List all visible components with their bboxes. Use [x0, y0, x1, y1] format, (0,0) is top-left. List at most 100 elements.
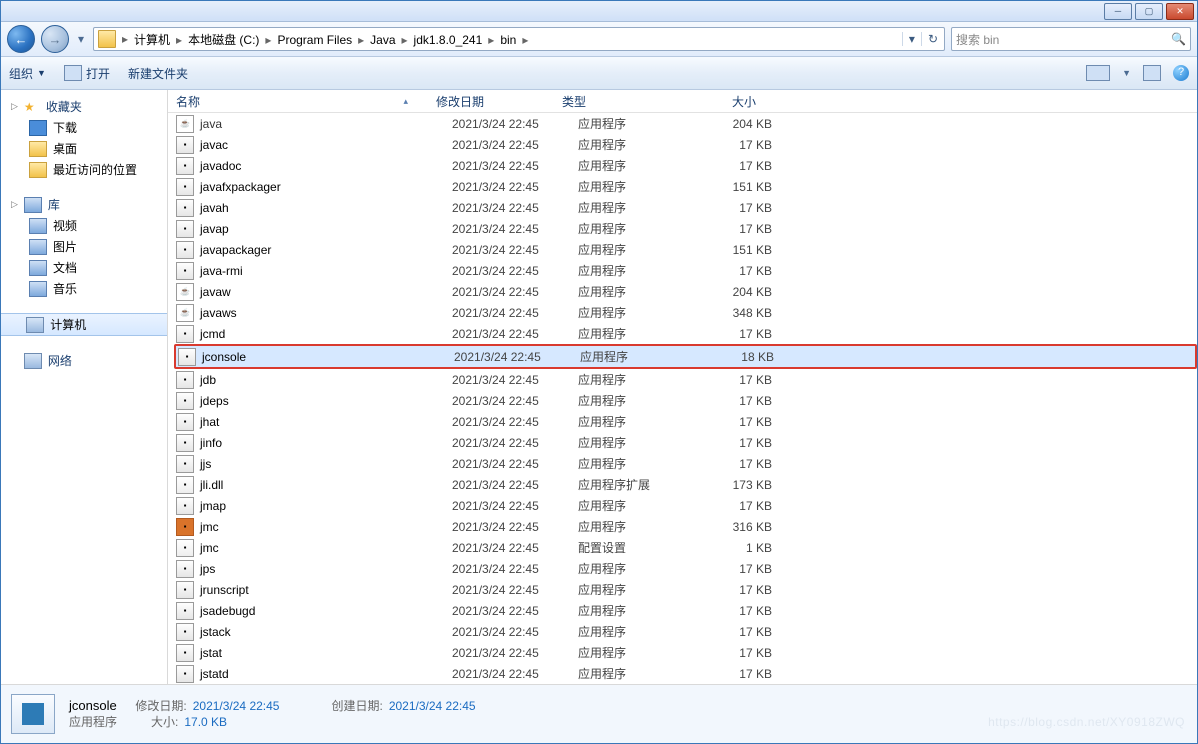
- new-folder-button[interactable]: 新建文件夹: [128, 65, 188, 82]
- file-row[interactable]: ▪javah2021/3/24 22:45应用程序17 KB: [176, 197, 1197, 218]
- view-options-icon[interactable]: [1086, 65, 1110, 81]
- sidebar-item[interactable]: 桌面: [1, 138, 167, 159]
- file-date: 2021/3/24 22:45: [452, 373, 578, 387]
- sidebar-item[interactable]: 下载: [1, 117, 167, 138]
- nav-history-dropdown[interactable]: ▾: [75, 32, 87, 46]
- file-row[interactable]: ☕javaw2021/3/24 22:45应用程序204 KB: [176, 281, 1197, 302]
- sidebar-item[interactable]: 图片: [1, 236, 167, 257]
- breadcrumb-segment[interactable]: 本地磁盘 (C:): [184, 33, 263, 47]
- minimize-button[interactable]: ─: [1104, 3, 1132, 20]
- file-icon: ▪: [176, 178, 194, 196]
- address-dropdown-icon[interactable]: ▾: [902, 32, 921, 46]
- breadcrumb-segment[interactable]: 计算机: [130, 33, 174, 47]
- file-type: 应用程序: [580, 348, 694, 365]
- breadcrumb-segment[interactable]: jdk1.8.0_241: [410, 33, 487, 47]
- chevron-right-icon[interactable]: ▸: [263, 33, 273, 47]
- file-row[interactable]: ▪jhat2021/3/24 22:45应用程序17 KB: [176, 411, 1197, 432]
- back-button[interactable]: ←: [7, 25, 35, 53]
- file-name: jps: [200, 562, 452, 576]
- sidebar-network[interactable]: ▷网络: [1, 350, 167, 371]
- file-name: javah: [200, 201, 452, 215]
- file-row[interactable]: ▪javapackager2021/3/24 22:45应用程序151 KB: [176, 239, 1197, 260]
- file-list[interactable]: ☕java2021/3/24 22:45应用程序204 KB▪javac2021…: [168, 113, 1197, 684]
- file-row[interactable]: ▪jdeps2021/3/24 22:45应用程序17 KB: [176, 390, 1197, 411]
- file-row[interactable]: ▪javac2021/3/24 22:45应用程序17 KB: [176, 134, 1197, 155]
- chevron-right-icon[interactable]: ▸: [486, 33, 496, 47]
- sidebar-item[interactable]: 音乐: [1, 278, 167, 299]
- file-size: 173 KB: [692, 478, 784, 492]
- sidebar-item[interactable]: 视频: [1, 215, 167, 236]
- column-name[interactable]: 名称▴: [176, 93, 436, 110]
- file-icon: ▪: [176, 434, 194, 452]
- chevron-right-icon[interactable]: ▸: [520, 33, 530, 47]
- file-row[interactable]: ▪jdb2021/3/24 22:45应用程序17 KB: [176, 369, 1197, 390]
- sidebar-item[interactable]: 文档: [1, 257, 167, 278]
- sidebar-item[interactable]: 最近访问的位置: [1, 159, 167, 180]
- help-icon[interactable]: ?: [1173, 65, 1189, 81]
- file-type: 应用程序扩展: [578, 476, 692, 493]
- file-row[interactable]: ▪jmap2021/3/24 22:45应用程序17 KB: [176, 495, 1197, 516]
- file-row[interactable]: ▪jcmd2021/3/24 22:45应用程序17 KB: [176, 323, 1197, 344]
- file-date: 2021/3/24 22:45: [452, 180, 578, 194]
- details-created: 2021/3/24 22:45: [389, 698, 476, 714]
- chevron-right-icon[interactable]: ▸: [400, 33, 410, 47]
- open-button[interactable]: 打开: [64, 65, 110, 82]
- sidebar-favorites[interactable]: ▷★收藏夹: [1, 96, 167, 117]
- column-size[interactable]: 大小: [676, 93, 768, 110]
- address-bar[interactable]: ▸ 计算机▸本地磁盘 (C:)▸Program Files▸Java▸jdk1.…: [93, 27, 945, 51]
- file-row[interactable]: ▪jps2021/3/24 22:45应用程序17 KB: [176, 558, 1197, 579]
- file-date: 2021/3/24 22:45: [452, 583, 578, 597]
- library-icon: [29, 218, 47, 234]
- file-row[interactable]: ▪jconsole2021/3/24 22:45应用程序18 KB: [174, 344, 1197, 369]
- maximize-button[interactable]: ▢: [1135, 3, 1163, 20]
- file-row[interactable]: ▪jstatd2021/3/24 22:45应用程序17 KB: [176, 663, 1197, 684]
- file-size: 17 KB: [692, 562, 784, 576]
- address-actions: ▾ ↻: [902, 32, 944, 46]
- forward-button[interactable]: →: [41, 25, 69, 53]
- sidebar: ▷★收藏夹 下载桌面最近访问的位置 ▷库 视频图片文档音乐 ▷计算机 ▷网络: [1, 90, 168, 684]
- file-row[interactable]: ▪javafxpackager2021/3/24 22:45应用程序151 KB: [176, 176, 1197, 197]
- file-row[interactable]: ▪javadoc2021/3/24 22:45应用程序17 KB: [176, 155, 1197, 176]
- file-row[interactable]: ▪jstack2021/3/24 22:45应用程序17 KB: [176, 621, 1197, 642]
- file-date: 2021/3/24 22:45: [452, 520, 578, 534]
- file-row[interactable]: ▪javap2021/3/24 22:45应用程序17 KB: [176, 218, 1197, 239]
- preview-pane-icon[interactable]: [1143, 65, 1161, 81]
- organize-menu[interactable]: 组织 ▼: [9, 65, 46, 82]
- file-type: 应用程序: [578, 623, 692, 640]
- file-row[interactable]: ▪java-rmi2021/3/24 22:45应用程序17 KB: [176, 260, 1197, 281]
- sidebar-computer[interactable]: ▷计算机: [1, 313, 167, 336]
- file-size: 17 KB: [692, 138, 784, 152]
- refresh-icon[interactable]: ↻: [921, 32, 944, 46]
- column-type[interactable]: 类型: [562, 93, 676, 110]
- breadcrumb-segment[interactable]: Java: [366, 33, 399, 47]
- file-size: 17 KB: [692, 499, 784, 513]
- file-row[interactable]: ▪jrunscript2021/3/24 22:45应用程序17 KB: [176, 579, 1197, 600]
- file-type: 应用程序: [578, 262, 692, 279]
- folder-icon: [29, 141, 47, 157]
- file-row[interactable]: ▪jmc2021/3/24 22:45配置设置1 KB: [176, 537, 1197, 558]
- file-row[interactable]: ☕javaws2021/3/24 22:45应用程序348 KB: [176, 302, 1197, 323]
- breadcrumb-segment[interactable]: Program Files: [273, 33, 356, 47]
- file-name: javap: [200, 222, 452, 236]
- chevron-right-icon[interactable]: ▸: [174, 33, 184, 47]
- file-row[interactable]: ▪jli.dll2021/3/24 22:45应用程序扩展173 KB: [176, 474, 1197, 495]
- file-date: 2021/3/24 22:45: [452, 327, 578, 341]
- file-type: 应用程序: [578, 497, 692, 514]
- file-icon: ▪: [176, 539, 194, 557]
- chevron-right-icon[interactable]: ▸: [356, 33, 366, 47]
- close-button[interactable]: ✕: [1166, 3, 1194, 20]
- breadcrumb-segment[interactable]: bin: [496, 33, 520, 47]
- file-type: 应用程序: [578, 157, 692, 174]
- breadcrumb[interactable]: 计算机▸本地磁盘 (C:)▸Program Files▸Java▸jdk1.8.…: [130, 31, 530, 48]
- file-row[interactable]: ▪jsadebugd2021/3/24 22:45应用程序17 KB: [176, 600, 1197, 621]
- search-input[interactable]: 搜索 bin 🔍: [951, 27, 1191, 51]
- file-name: jjs: [200, 457, 452, 471]
- column-date[interactable]: 修改日期: [436, 93, 562, 110]
- file-row[interactable]: ▪jinfo2021/3/24 22:45应用程序17 KB: [176, 432, 1197, 453]
- file-row[interactable]: ▪jmc2021/3/24 22:45应用程序316 KB: [176, 516, 1197, 537]
- file-icon: ▪: [176, 623, 194, 641]
- file-row[interactable]: ☕java2021/3/24 22:45应用程序204 KB: [176, 113, 1197, 134]
- file-row[interactable]: ▪jjs2021/3/24 22:45应用程序17 KB: [176, 453, 1197, 474]
- file-row[interactable]: ▪jstat2021/3/24 22:45应用程序17 KB: [176, 642, 1197, 663]
- sidebar-libraries[interactable]: ▷库: [1, 194, 167, 215]
